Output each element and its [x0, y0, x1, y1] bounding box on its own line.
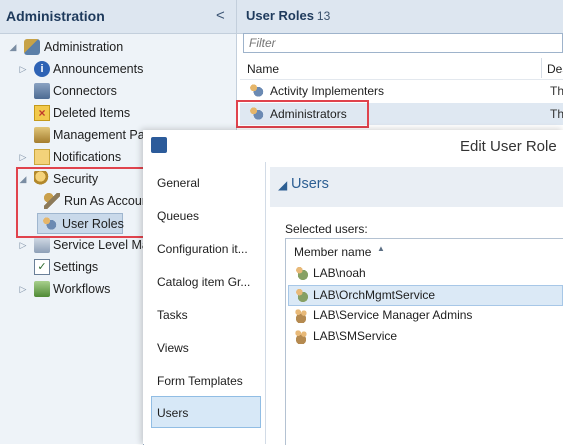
column-header-member-name[interactable]: Member name — [294, 245, 371, 259]
user-roles-header: User Roles 13 — [237, 0, 563, 34]
nav-queues[interactable]: Queues — [157, 209, 199, 223]
tree-item-administration[interactable]: ◢ Administration — [6, 37, 234, 57]
user-icon — [293, 265, 309, 281]
user-roles-title: User Roles 13 — [246, 8, 330, 23]
tree-item-deleted-items[interactable]: × Deleted Items — [16, 103, 234, 123]
tree-item-label: Workflows — [53, 282, 111, 296]
user-roles-count: 13 — [316, 9, 331, 23]
workflows-icon — [34, 281, 50, 297]
tree-item-label: Administration — [44, 40, 124, 54]
tree-item-label: Settings — [53, 260, 99, 274]
tree-item-announcements[interactable]: ▷ i Announcements — [16, 59, 234, 79]
tree-item-label: Announcements — [53, 62, 144, 76]
filter-input[interactable] — [243, 33, 563, 53]
expand-arrow-icon[interactable]: ▷ — [18, 279, 28, 299]
settings-icon: ✓ — [34, 259, 50, 275]
user-row[interactable]: LAB\noah — [289, 263, 563, 284]
collapse-pane-icon[interactable]: < — [216, 7, 225, 24]
tree-item-label: Notifications — [53, 150, 122, 164]
group-icon — [293, 307, 309, 323]
deleted-items-icon: × — [34, 105, 50, 121]
dialog-title: Edit User Role — [460, 138, 557, 155]
connectors-icon — [34, 83, 50, 99]
selected-users-label: Selected users: — [285, 222, 368, 236]
tree-item-label: Service Level Ma — [53, 238, 149, 252]
nav-general[interactable]: General — [157, 176, 200, 190]
highlight-box-administrators — [236, 100, 369, 128]
user-roles-title-text: User Roles — [246, 8, 314, 23]
nav-users[interactable]: Users — [157, 406, 188, 420]
navigation-title: Administration — [6, 8, 105, 24]
announcements-icon: i — [34, 61, 50, 77]
user-row[interactable]: LAB\SMService — [289, 326, 563, 347]
collapse-section-icon[interactable]: ◢ — [278, 178, 287, 192]
member-name: LAB\Service Manager Admins — [313, 308, 473, 322]
collapse-arrow-icon[interactable]: ◢ — [8, 37, 18, 57]
user-role-icon — [248, 83, 264, 99]
user-row[interactable]: LAB\Service Manager Admins — [289, 305, 563, 326]
nav-catalog-item-groups[interactable]: Catalog item Gr... — [157, 275, 250, 289]
column-divider[interactable] — [541, 58, 542, 78]
nav-views[interactable]: Views — [157, 341, 189, 355]
role-description: Th — [550, 107, 563, 121]
nav-tasks[interactable]: Tasks — [157, 308, 188, 322]
role-description: Th — [550, 84, 563, 98]
user-icon — [293, 287, 309, 303]
list-item[interactable]: Activity Implementers Th — [240, 80, 563, 102]
group-icon — [293, 328, 309, 344]
column-header-name[interactable]: Name — [247, 62, 279, 76]
sort-ascending-icon: ▲ — [377, 244, 385, 253]
member-name: LAB\noah — [313, 266, 366, 280]
role-name: Activity Implementers — [270, 84, 385, 98]
users-section-title: Users — [291, 176, 329, 192]
administration-icon — [24, 39, 40, 55]
navigation-header: Administration < — [0, 0, 236, 34]
column-header-description[interactable]: Des — [547, 62, 563, 76]
expand-arrow-icon[interactable]: ▷ — [18, 235, 28, 255]
service-level-management-icon — [34, 237, 50, 253]
tree-item-label: Management Pa — [53, 128, 145, 142]
tree-item-label: Deleted Items — [53, 106, 131, 120]
notifications-icon — [34, 149, 50, 165]
expand-arrow-icon[interactable]: ▷ — [18, 59, 28, 79]
member-name: LAB\SMService — [313, 329, 398, 343]
tree-item-label: Connectors — [53, 84, 117, 98]
nav-configuration-items[interactable]: Configuration it... — [157, 242, 248, 256]
nav-form-templates[interactable]: Form Templates — [157, 374, 243, 388]
user-row-selected[interactable]: LAB\OrchMgmtService — [289, 285, 563, 306]
tree-item-connectors[interactable]: Connectors — [16, 81, 234, 101]
expand-arrow-icon[interactable]: ▷ — [18, 147, 28, 167]
app-icon — [151, 137, 167, 153]
member-name: LAB\OrchMgmtService — [313, 288, 436, 302]
management-packs-icon — [34, 127, 50, 143]
highlight-box-security — [16, 167, 145, 238]
